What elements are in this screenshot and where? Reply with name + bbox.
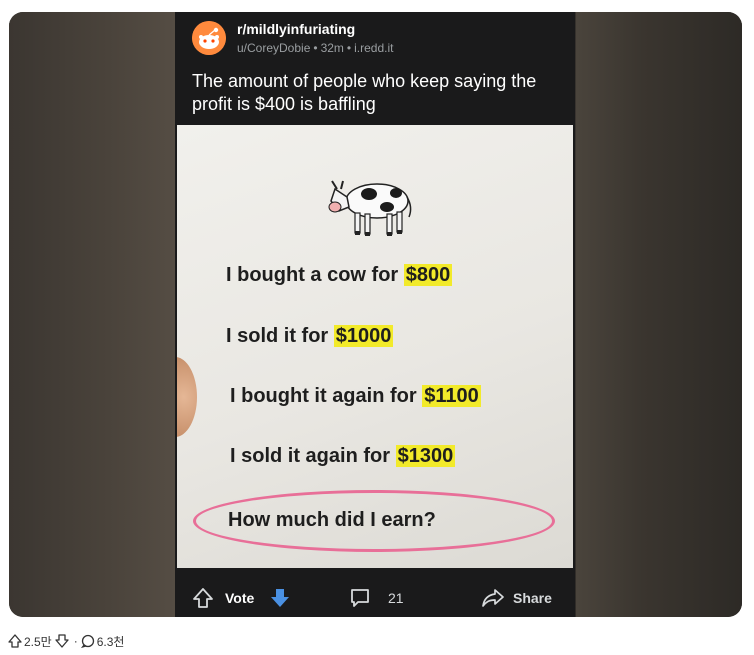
subreddit-avatar-icon[interactable] (192, 21, 226, 55)
post-meta: u/CoreyDobie • 32m • i.redd.it (237, 41, 393, 55)
upvote-icon (193, 588, 213, 608)
meta-separator: • (346, 41, 352, 55)
vote-label: Vote (225, 590, 255, 606)
line-1-text: I bought a cow for (226, 264, 404, 286)
upvote-outline-icon (8, 634, 22, 648)
blurred-backdrop-right (576, 12, 742, 617)
share-icon (482, 589, 504, 607)
downvote-icon (271, 589, 289, 607)
post-domain[interactable]: i.redd.it (354, 41, 393, 55)
post-header: r/mildlyinfuriating u/CoreyDobie • 32m • i.r… (175, 12, 575, 125)
image-question: How much did I earn? (228, 509, 436, 531)
finger-holding-paper (177, 357, 197, 437)
upvote-count: 2.5만 (24, 634, 52, 649)
image-line-1: I bought a cow for $800 (226, 264, 453, 287)
image-line-2: I sold it for $1000 (226, 325, 394, 348)
post-age: 32m (320, 41, 344, 55)
meta-separator: • (313, 41, 318, 55)
line-2-amount: $1000 (333, 325, 394, 347)
stats-separator: · (73, 634, 78, 648)
comment-count: 21 (388, 590, 404, 606)
line-4-text: I sold it again for (230, 445, 396, 467)
share-label: Share (513, 590, 552, 606)
blurred-backdrop-left (9, 12, 175, 617)
downvote-outline-icon (55, 634, 69, 648)
image-line-4: I sold it again for $1300 (230, 445, 456, 468)
downvote-button[interactable] (269, 587, 291, 609)
line-2-text: I sold it for (226, 325, 334, 347)
message-reactions: 2.5만 · 6.3천 (8, 631, 127, 651)
upvote-stat[interactable]: 2.5만 (8, 633, 52, 650)
image-line-3: I bought it again for $1100 (230, 385, 481, 408)
upvote-button[interactable] (192, 587, 214, 609)
comment-stat[interactable]: 6.3천 (80, 633, 125, 650)
media-viewer: r/mildlyinfuriating u/CoreyDobie • 32m • i.r… (9, 12, 742, 617)
comment-bubble-icon (80, 634, 94, 648)
comments-total: 6.3천 (96, 634, 125, 649)
line-3-amount: $1100 (422, 385, 481, 407)
share-button[interactable] (481, 587, 505, 609)
cow-icon (328, 180, 412, 236)
comment-icon (351, 589, 369, 607)
line-3-text: I bought it again for (230, 385, 423, 407)
author-name[interactable]: u/CoreyDobie (237, 41, 310, 55)
comments-button[interactable] (349, 587, 371, 609)
reddit-post-card[interactable]: r/mildlyinfuriating u/CoreyDobie • 32m • i.r… (175, 12, 575, 617)
downvote-stat[interactable] (55, 634, 71, 648)
post-image[interactable]: I bought a cow for $800 I sold it for $1… (177, 125, 573, 568)
line-4-amount: $1300 (395, 445, 456, 467)
post-title[interactable]: The amount of people who keep saying the… (192, 70, 562, 116)
line-1-amount: $800 (403, 264, 453, 286)
post-action-bar: Vote 21 Share (175, 578, 575, 617)
subreddit-name[interactable]: r/mildlyinfuriating (237, 21, 355, 37)
